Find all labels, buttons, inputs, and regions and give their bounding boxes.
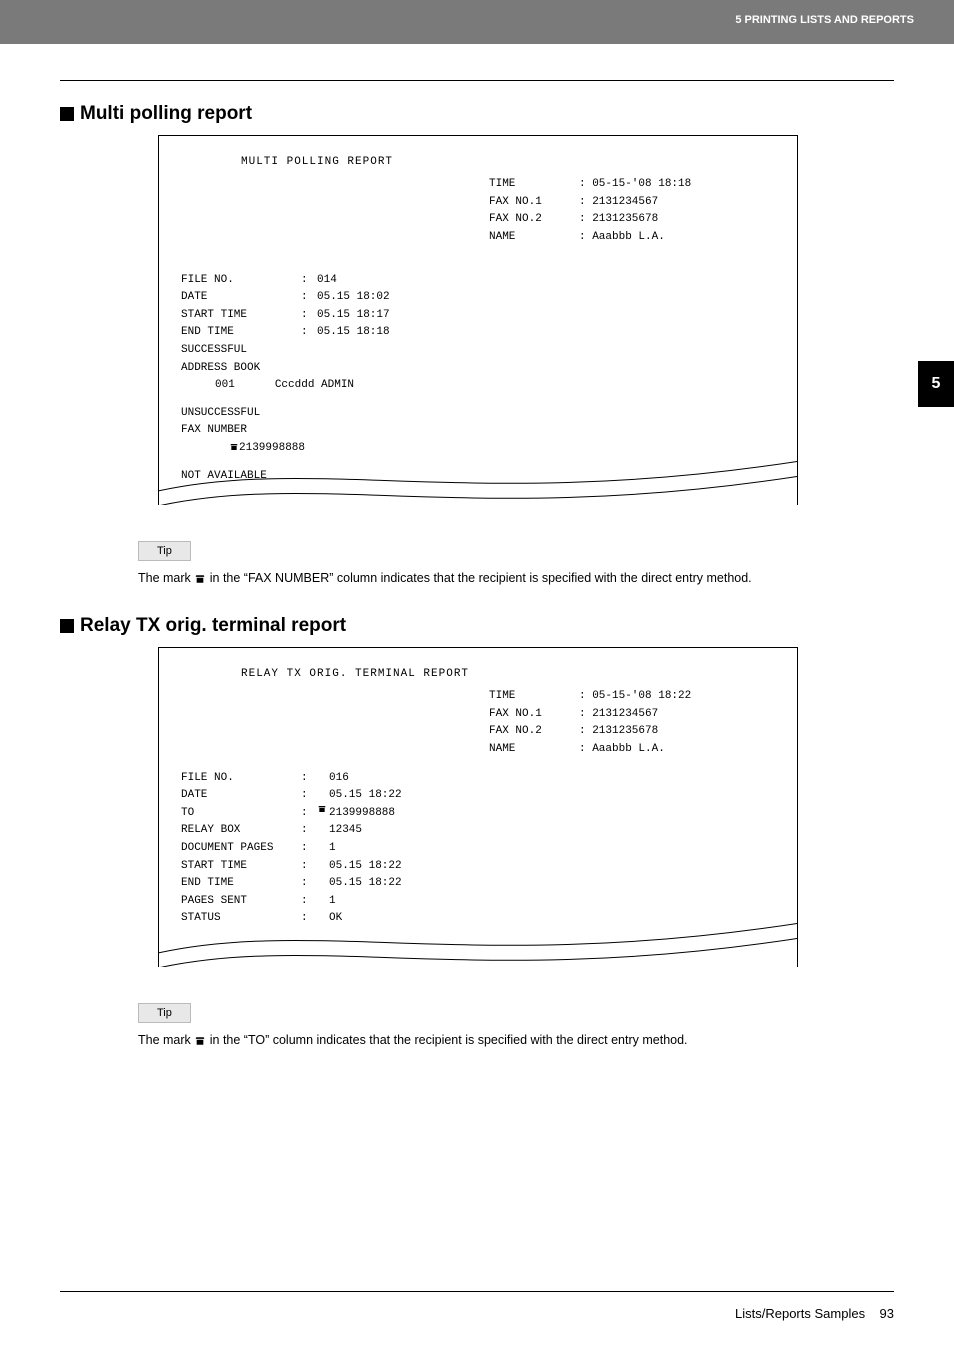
start-time-val: 05.15 18:22: [317, 858, 402, 876]
start-time-label: START TIME: [181, 858, 301, 876]
phone-icon: [194, 1036, 206, 1046]
tip-post: in the “TO” column indicates that the re…: [210, 1033, 688, 1047]
section-title: Multi polling report: [80, 103, 252, 125]
start-time-val: 05.15 18:17: [317, 307, 390, 325]
square-bullet-icon: [60, 107, 74, 121]
page-content: 5 Multi polling report MULTI POLLING REP…: [60, 80, 894, 1271]
to-label: TO: [181, 805, 301, 823]
end-time-val: 05.15 18:22: [317, 875, 402, 893]
hdr-fax2-label: FAX NO.2: [489, 211, 579, 229]
successful-label: SUCCESSFUL: [181, 342, 247, 360]
hdr-fax1-label: FAX NO.1: [489, 706, 579, 724]
chapter-header-text: 5 PRINTING LISTS AND REPORTS: [735, 14, 914, 26]
hdr-fax1-label: FAX NO.1: [489, 194, 579, 212]
page-footer: Lists/Reports Samples 93: [60, 1291, 894, 1321]
hdr-fax2-val: : 2131235678: [579, 211, 658, 229]
hdr-name-val: : Aaabbb L.A.: [579, 741, 665, 759]
end-time-label: END TIME: [181, 324, 301, 342]
hdr-name-label: NAME: [489, 229, 579, 247]
hdr-time-label: TIME: [489, 176, 579, 194]
tip-text: The mark in the “FAX NUMBER” column indi…: [138, 571, 894, 585]
address-book-label: ADDRESS BOOK: [181, 360, 260, 378]
relay-box-val: 12345: [317, 822, 362, 840]
torn-edge-icon: [158, 436, 798, 505]
report-header-block: TIME: 05-15-'08 18:18 FAX NO.1: 21312345…: [489, 176, 691, 246]
report-relay-tx: RELAY TX ORIG. TERMINAL REPORT TIME: 05-…: [158, 647, 798, 967]
date-val: 05.15 18:02: [317, 289, 390, 307]
tip-label: Tip: [138, 541, 191, 561]
section-heading-multi-polling: Multi polling report: [60, 103, 894, 125]
file-no-val: 014: [317, 272, 337, 290]
end-time-val: 05.15 18:18: [317, 324, 390, 342]
start-time-label: START TIME: [181, 307, 301, 325]
torn-edge-icon: [158, 898, 798, 967]
relay-box-label: RELAY BOX: [181, 822, 301, 840]
hdr-time-val: : 05-15-'08 18:18: [579, 176, 691, 194]
report-title: RELAY TX ORIG. TERMINAL REPORT: [181, 666, 775, 684]
ab-name: Cccddd ADMIN: [275, 377, 354, 395]
date-label: DATE: [181, 787, 301, 805]
tip-pre: The mark: [138, 571, 194, 585]
doc-pages-val: 1: [317, 840, 336, 858]
report-header-block: TIME: 05-15-'08 18:22 FAX NO.1: 21312345…: [489, 688, 691, 758]
chapter-header: 5 PRINTING LISTS AND REPORTS: [0, 0, 954, 44]
ab-index: 001: [215, 377, 235, 395]
hdr-fax2-label: FAX NO.2: [489, 723, 579, 741]
tip-pre: The mark: [138, 1033, 194, 1047]
chapter-number: 5: [932, 375, 941, 393]
hdr-time-val: : 05-15-'08 18:22: [579, 688, 691, 706]
hdr-fax2-val: : 2131235678: [579, 723, 658, 741]
to-val: 2139998888: [327, 805, 395, 823]
section-title: Relay TX orig. terminal report: [80, 615, 346, 637]
file-no-label: FILE NO.: [181, 770, 301, 788]
hdr-name-val: : Aaabbb L.A.: [579, 229, 665, 247]
tip-post: in the “FAX NUMBER” column indicates tha…: [210, 571, 752, 585]
report-title: MULTI POLLING REPORT: [181, 154, 775, 172]
unsuccessful-label: UNSUCCESSFUL: [181, 405, 260, 423]
date-val: 05.15 18:22: [317, 787, 402, 805]
hdr-fax1-val: : 2131234567: [579, 706, 658, 724]
file-no-val: 016: [317, 770, 349, 788]
doc-pages-label: DOCUMENT PAGES: [181, 840, 301, 858]
footer-text: Lists/Reports Samples: [735, 1306, 865, 1321]
square-bullet-icon: [60, 619, 74, 633]
end-time-label: END TIME: [181, 875, 301, 893]
section-heading-relay-tx: Relay TX orig. terminal report: [60, 615, 894, 637]
date-label: DATE: [181, 289, 301, 307]
hdr-name-label: NAME: [489, 741, 579, 759]
phone-icon: [317, 805, 327, 813]
hdr-time-label: TIME: [489, 688, 579, 706]
tip-label: Tip: [138, 1003, 191, 1023]
file-no-label: FILE NO.: [181, 272, 301, 290]
phone-icon: [194, 574, 206, 584]
page-number: 93: [880, 1306, 894, 1321]
report-multi-polling: MULTI POLLING REPORT TIME: 05-15-'08 18:…: [158, 135, 798, 505]
hdr-fax1-val: : 2131234567: [579, 194, 658, 212]
tip-text: The mark in the “TO” column indicates th…: [138, 1033, 894, 1047]
chapter-tab: 5: [918, 361, 954, 407]
